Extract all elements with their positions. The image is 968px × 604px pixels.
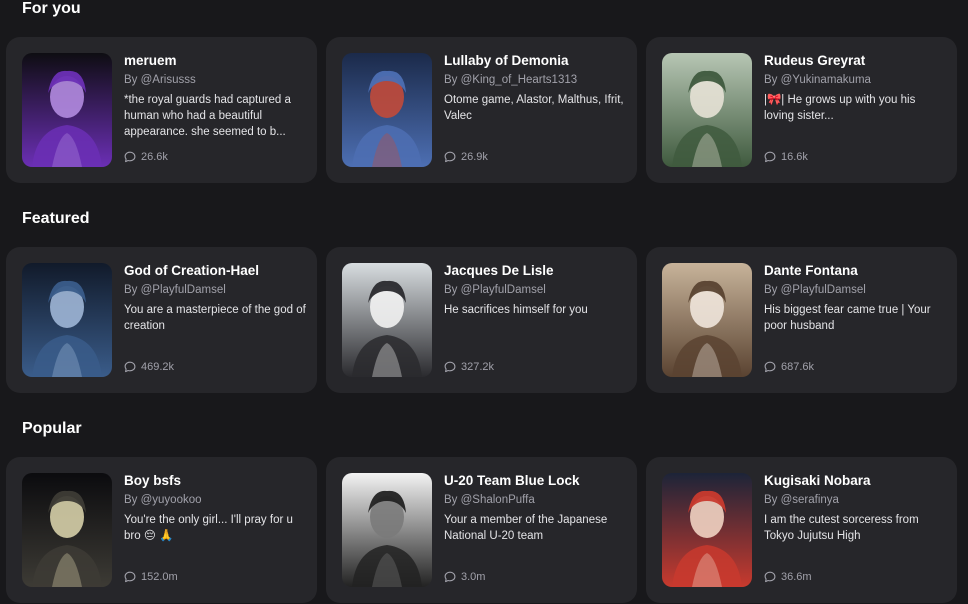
character-author[interactable]: By @yuyookoo bbox=[124, 492, 306, 508]
chat-count-value: 26.9k bbox=[461, 151, 488, 163]
character-description: You are a masterpiece of the god of crea… bbox=[124, 304, 306, 332]
character-card[interactable]: Dante Fontana By @PlayfulDamsel His bigg… bbox=[646, 247, 957, 393]
character-card[interactable]: U-20 Team Blue Lock By @ShalonPuffa Your… bbox=[326, 457, 637, 603]
character-avatar bbox=[662, 53, 752, 167]
chat-count: 26.6k bbox=[124, 151, 168, 163]
chat-bubble-icon bbox=[764, 571, 776, 583]
character-card[interactable]: Jacques De Lisle By @PlayfulDamsel He sa… bbox=[326, 247, 637, 393]
chat-bubble-icon bbox=[764, 151, 776, 163]
character-avatar bbox=[22, 53, 112, 167]
character-avatar bbox=[342, 473, 432, 587]
chat-count: 3.0m bbox=[444, 571, 485, 583]
character-name: Rudeus Greyrat bbox=[764, 53, 866, 68]
chat-bubble-icon bbox=[124, 151, 136, 163]
section-title-featured: Featured bbox=[22, 210, 90, 227]
character-avatar bbox=[662, 263, 752, 377]
chat-count-value: 152.0m bbox=[141, 571, 178, 583]
character-name: Kugisaki Nobara bbox=[764, 473, 871, 488]
character-card[interactable]: Boy bsfs By @yuyookoo You're the only gi… bbox=[6, 457, 317, 603]
chat-bubble-icon bbox=[444, 361, 456, 373]
chat-bubble-icon bbox=[764, 361, 776, 373]
section-title-for-you: For you bbox=[22, 0, 81, 17]
character-name: God of Creation-Hael bbox=[124, 263, 260, 278]
character-name: Boy bsfs bbox=[124, 473, 182, 488]
character-avatar bbox=[342, 53, 432, 167]
character-description: *the royal guards had captured a human w… bbox=[124, 94, 291, 138]
character-author[interactable]: By @King_of_Hearts1313 bbox=[444, 72, 626, 88]
chat-count-value: 26.6k bbox=[141, 151, 168, 163]
character-description: He sacrifices himself for you bbox=[444, 304, 588, 316]
character-description: You're the only girl... I'll pray for u … bbox=[124, 514, 293, 542]
character-author[interactable]: By @Yukinamakuma bbox=[764, 72, 946, 88]
character-name: Lullaby of Demonia bbox=[444, 53, 569, 68]
chat-count-value: 469.2k bbox=[141, 361, 175, 373]
chat-count: 36.6m bbox=[764, 571, 812, 583]
chat-count-value: 36.6m bbox=[781, 571, 812, 583]
character-author[interactable]: By @PlayfulDamsel bbox=[124, 282, 306, 298]
character-card[interactable]: Lullaby of Demonia By @King_of_Hearts131… bbox=[326, 37, 637, 183]
character-avatar bbox=[342, 263, 432, 377]
character-description: Otome game, Alastor, Malthus, Ifrit, Val… bbox=[444, 94, 624, 122]
character-avatar bbox=[662, 473, 752, 587]
chat-count: 469.2k bbox=[124, 361, 174, 373]
character-description: |🎀| He grows up with you his loving sist… bbox=[764, 94, 916, 122]
character-avatar bbox=[22, 473, 112, 587]
character-author[interactable]: By @ShalonPuffa bbox=[444, 492, 626, 508]
row-for-you: meruem By @Arisusss *the royal guards ha… bbox=[6, 37, 958, 183]
row-popular: Boy bsfs By @yuyookoo You're the only gi… bbox=[6, 457, 958, 603]
character-description: His biggest fear came true | Your poor h… bbox=[764, 304, 931, 332]
chat-count: 152.0m bbox=[124, 571, 178, 583]
character-name: meruem bbox=[124, 53, 177, 68]
character-description: Your a member of the Japanese National U… bbox=[444, 514, 608, 542]
chat-bubble-icon bbox=[444, 571, 456, 583]
chat-count: 327.2k bbox=[444, 361, 494, 373]
character-card[interactable]: Rudeus Greyrat By @Yukinamakuma |🎀| He g… bbox=[646, 37, 957, 183]
character-feed: For you meruem By @Arisusss *the royal g… bbox=[0, 0, 968, 604]
character-name: Dante Fontana bbox=[764, 263, 858, 278]
character-card[interactable]: Kugisaki Nobara By @serafinya I am the c… bbox=[646, 457, 957, 603]
character-avatar bbox=[22, 263, 112, 377]
chat-bubble-icon bbox=[124, 361, 136, 373]
character-author[interactable]: By @Arisusss bbox=[124, 72, 306, 88]
chat-count-value: 16.6k bbox=[781, 151, 808, 163]
chat-count: 26.9k bbox=[444, 151, 488, 163]
character-author[interactable]: By @PlayfulDamsel bbox=[764, 282, 946, 298]
section-title-popular: Popular bbox=[22, 420, 82, 437]
chat-count: 16.6k bbox=[764, 151, 808, 163]
chat-count: 687.6k bbox=[764, 361, 814, 373]
chat-bubble-icon bbox=[124, 571, 136, 583]
chat-count-value: 3.0m bbox=[461, 571, 486, 583]
character-author[interactable]: By @PlayfulDamsel bbox=[444, 282, 626, 298]
row-featured: God of Creation-Hael By @PlayfulDamsel Y… bbox=[6, 247, 958, 393]
chat-count-value: 687.6k bbox=[781, 361, 815, 373]
character-name: U-20 Team Blue Lock bbox=[444, 473, 580, 488]
character-card[interactable]: meruem By @Arisusss *the royal guards ha… bbox=[6, 37, 317, 183]
character-author[interactable]: By @serafinya bbox=[764, 492, 946, 508]
chat-bubble-icon bbox=[444, 151, 456, 163]
character-description: I am the cutest sorceress from Tokyo Juj… bbox=[764, 514, 919, 542]
chat-count-value: 327.2k bbox=[461, 361, 495, 373]
character-card[interactable]: God of Creation-Hael By @PlayfulDamsel Y… bbox=[6, 247, 317, 393]
character-name: Jacques De Lisle bbox=[444, 263, 554, 278]
